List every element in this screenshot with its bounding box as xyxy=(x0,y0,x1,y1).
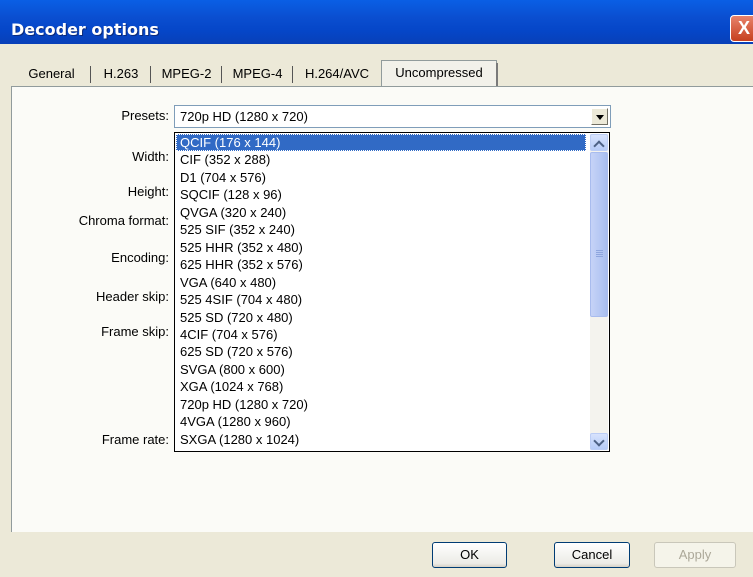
tab-h264-avc[interactable]: H.264/AVC xyxy=(293,62,381,86)
dropdown-scrollbar[interactable] xyxy=(590,134,608,450)
preset-option[interactable]: 625 HHR (352 x 576) xyxy=(176,256,586,273)
preset-option[interactable]: SVGA (800 x 600) xyxy=(176,361,586,378)
scroll-thumb[interactable] xyxy=(590,152,608,317)
grip-line xyxy=(596,250,603,251)
window-title: Decoder options xyxy=(11,20,159,39)
frame-rate-label: Frame rate: xyxy=(101,432,169,447)
chroma-format-label: Chroma format: xyxy=(78,213,169,228)
apply-button[interactable]: Apply xyxy=(654,542,736,568)
tab-label: H.264/AVC xyxy=(304,66,370,81)
preset-option[interactable]: D1 (704 x 576) xyxy=(176,169,586,186)
close-icon: X xyxy=(737,18,750,38)
frame-skip-label: Frame skip: xyxy=(101,324,169,339)
tab-h263[interactable]: H.263 xyxy=(91,62,151,86)
preset-option[interactable]: 720p HD (1280 x 720) xyxy=(176,396,586,413)
preset-option[interactable]: CIF (352 x 288) xyxy=(176,151,586,168)
decoder-options-dialog: Decoder options X General H.263 MPEG-2 M… xyxy=(0,0,753,577)
close-button[interactable]: X xyxy=(730,15,753,42)
width-label: Width: xyxy=(132,149,169,164)
preset-option[interactable]: 525 4SIF (704 x 480) xyxy=(176,291,586,308)
preset-option[interactable]: 625 SD (720 x 576) xyxy=(176,343,586,360)
tab-label: H.263 xyxy=(103,66,139,81)
preset-option[interactable]: SXGA (1280 x 1024) xyxy=(176,431,586,448)
scroll-down-button[interactable] xyxy=(590,433,608,450)
preset-option[interactable]: XGA (1024 x 768) xyxy=(176,378,586,395)
chevron-down-icon xyxy=(593,435,605,447)
tab-uncompressed[interactable]: Uncompressed xyxy=(381,60,498,87)
height-label: Height: xyxy=(127,184,169,199)
presets-selected-value: 720p HD (1280 x 720) xyxy=(180,109,308,124)
preset-option[interactable]: 4VGA (1280 x 960) xyxy=(176,413,586,430)
scroll-up-button[interactable] xyxy=(590,134,608,152)
encoding-label: Encoding: xyxy=(111,250,169,265)
dropdown-arrow-button[interactable] xyxy=(591,108,608,125)
preset-option[interactable]: 525 SD (720 x 480) xyxy=(176,309,586,326)
title-bar[interactable]: Decoder options X xyxy=(0,0,753,44)
grip-line xyxy=(596,252,603,253)
preset-option[interactable]: SQCIF (128 x 96) xyxy=(176,186,586,203)
grip-line xyxy=(596,256,603,257)
presets-combobox[interactable]: 720p HD (1280 x 720) xyxy=(174,105,611,128)
grip-line xyxy=(596,254,603,255)
cancel-button[interactable]: Cancel xyxy=(554,542,630,568)
preset-option[interactable]: 525 HHR (352 x 480) xyxy=(176,239,586,256)
preset-option[interactable]: QVGA (320 x 240) xyxy=(176,204,586,221)
presets-dropdown-list[interactable]: QCIF (176 x 144) CIF (352 x 288) D1 (704 x… xyxy=(174,132,610,452)
preset-option[interactable]: 4CIF (704 x 576) xyxy=(176,326,586,343)
presets-label: Presets: xyxy=(121,108,169,123)
tab-mpeg2[interactable]: MPEG-2 xyxy=(151,62,222,86)
ok-button[interactable]: OK xyxy=(432,542,507,568)
tab-label: MPEG-4 xyxy=(232,66,283,81)
preset-option[interactable]: QCIF (176 x 144) xyxy=(176,134,586,151)
tab-general[interactable]: General xyxy=(12,62,91,86)
preset-option[interactable]: 525 SIF (352 x 240) xyxy=(176,221,586,238)
tab-mpeg4[interactable]: MPEG-4 xyxy=(222,62,293,86)
tab-label: MPEG-2 xyxy=(161,66,212,81)
chevron-up-icon xyxy=(593,140,605,152)
tab-label: General xyxy=(28,66,75,81)
preset-option[interactable]: VGA (640 x 480) xyxy=(176,274,586,291)
tab-label: Uncompressed xyxy=(395,65,483,80)
header-skip-label: Header skip: xyxy=(96,289,169,304)
